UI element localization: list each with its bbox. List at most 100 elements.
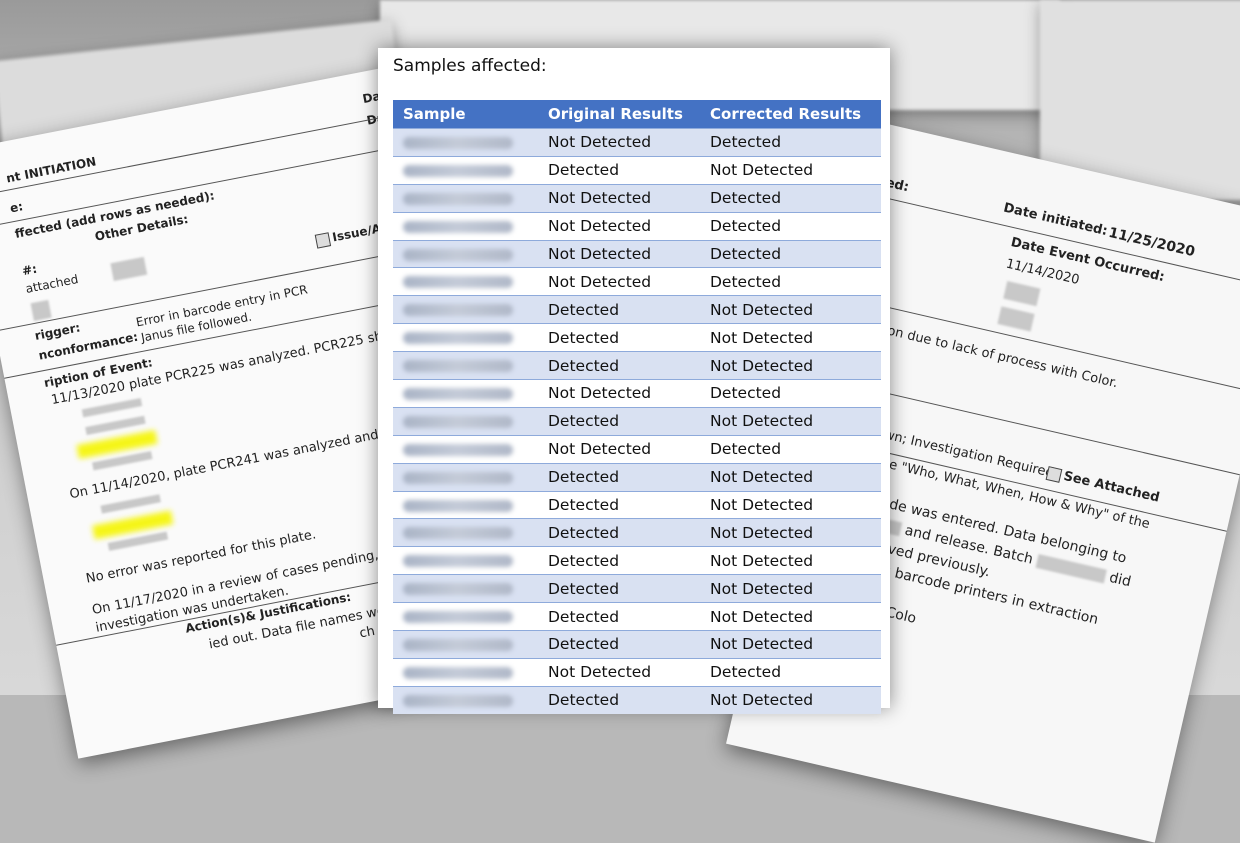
table-row: Detected Not Detected	[393, 462, 881, 492]
column-header-corrected: Corrected Results	[700, 100, 881, 129]
redaction-blur	[403, 332, 513, 345]
left-hash-label: #:	[20, 261, 39, 279]
original-result-cell: Not Detected	[538, 239, 700, 268]
original-result-cell: Detected	[538, 490, 700, 519]
redacted-field	[1003, 281, 1041, 307]
right-date-initiated-label: Date initiated:	[1001, 200, 1109, 240]
original-result-cell: Detected	[538, 462, 700, 492]
original-result-cell: Not Detected	[538, 379, 700, 408]
samples-table: Sample Original Results Corrected Result…	[393, 100, 881, 714]
table-row: Detected Not Detected	[393, 155, 881, 185]
corrected-result-cell: Not Detected	[700, 574, 881, 603]
corrected-result-cell: Not Detected	[700, 490, 881, 519]
redaction-blur	[403, 443, 513, 456]
corrected-result-cell: Not Detected	[700, 406, 881, 436]
redaction-blur	[403, 136, 513, 149]
redaction-blur	[403, 360, 513, 373]
sample-id-redacted	[393, 630, 538, 659]
redacted-field	[110, 256, 148, 282]
sample-id-redacted	[393, 462, 538, 492]
original-result-cell: Not Detected	[538, 434, 700, 464]
original-result-cell: Detected	[538, 602, 700, 631]
right-date-initiated-value: 11/25/2020	[1106, 224, 1197, 261]
table-row: Detected Not Detected	[393, 630, 881, 659]
corrected-result-cell: Not Detected	[700, 685, 881, 714]
right-rule	[829, 293, 1240, 394]
corrected-result-cell: Detected	[700, 128, 881, 157]
sample-id-redacted	[393, 183, 538, 213]
redaction-blur	[403, 276, 513, 289]
table-row: Not Detected Detected	[393, 239, 881, 268]
original-result-cell: Detected	[538, 351, 700, 380]
left-e-label: e:	[8, 199, 25, 216]
original-result-cell: Not Detected	[538, 267, 700, 296]
sample-id-redacted	[393, 323, 538, 352]
table-row: Detected Not Detected	[393, 574, 881, 603]
redaction-blur	[403, 527, 513, 540]
redaction-blur	[403, 611, 513, 624]
redaction-blur	[403, 387, 513, 400]
sample-id-redacted	[393, 155, 538, 185]
corrected-result-cell: Not Detected	[700, 155, 881, 185]
column-header-original: Original Results	[538, 100, 700, 129]
table-header-row: Sample Original Results Corrected Result…	[393, 100, 881, 129]
sample-id-redacted	[393, 351, 538, 380]
sample-id-redacted	[393, 518, 538, 547]
table-row: Detected Not Detected	[393, 295, 881, 324]
redaction-blur	[403, 164, 513, 177]
corrected-result-cell: Not Detected	[700, 323, 881, 352]
redaction-blur	[403, 192, 513, 205]
samples-table-body: Not Detected Detected Detected Not Detected…	[393, 128, 881, 714]
table-row: Not Detected Detected	[393, 379, 881, 408]
sample-id-redacted	[393, 574, 538, 603]
table-row: Not Detected Detected	[393, 211, 881, 241]
table-row: Detected Not Detected	[393, 602, 881, 631]
table-row: Not Detected Detected	[393, 183, 881, 213]
corrected-result-cell: Detected	[700, 657, 881, 687]
original-result-cell: Detected	[538, 406, 700, 436]
checkbox-icon	[314, 231, 332, 249]
corrected-result-cell: Detected	[700, 434, 881, 464]
sample-id-redacted	[393, 685, 538, 714]
sample-id-redacted	[393, 379, 538, 408]
redaction-blur	[403, 583, 513, 596]
original-result-cell: Not Detected	[538, 657, 700, 687]
checkbox-icon	[1045, 465, 1063, 483]
redacted-field	[997, 306, 1035, 332]
table-row: Detected Not Detected	[393, 546, 881, 575]
redaction-blur	[403, 471, 513, 484]
sample-id-redacted	[393, 602, 538, 631]
samples-title: Samples affected:	[393, 56, 547, 76]
original-result-cell: Detected	[538, 155, 700, 185]
redaction-blur	[403, 220, 513, 233]
corrected-result-cell: Not Detected	[700, 351, 881, 380]
redacted-field	[81, 398, 143, 418]
redaction-blur	[403, 694, 513, 707]
corrected-result-cell: Detected	[700, 183, 881, 213]
redaction-blur	[403, 499, 513, 512]
redacted-field	[100, 494, 161, 514]
corrected-result-cell: Detected	[700, 379, 881, 408]
original-result-cell: Detected	[538, 574, 700, 603]
right-line-2c: did	[1107, 569, 1133, 591]
corrected-result-cell: Not Detected	[700, 630, 881, 659]
table-row: Not Detected Detected	[393, 657, 881, 687]
sample-id-redacted	[393, 239, 538, 268]
corrected-result-cell: Detected	[700, 267, 881, 296]
redaction-blur	[403, 304, 513, 317]
sample-id-redacted	[393, 657, 538, 687]
original-result-cell: Detected	[538, 685, 700, 714]
redaction-blur	[403, 248, 513, 261]
original-result-cell: Detected	[538, 323, 700, 352]
redaction-blur	[403, 415, 513, 428]
original-result-cell: Not Detected	[538, 183, 700, 213]
sample-id-redacted	[393, 434, 538, 464]
corrected-result-cell: Detected	[700, 239, 881, 268]
table-row: Detected Not Detected	[393, 518, 881, 547]
original-result-cell: Detected	[538, 518, 700, 547]
table-row: Detected Not Detected	[393, 490, 881, 519]
table-row: Not Detected Detected	[393, 434, 881, 464]
sample-id-redacted	[393, 546, 538, 575]
left-trigger: rigger:	[33, 320, 82, 344]
original-result-cell: Not Detected	[538, 128, 700, 157]
